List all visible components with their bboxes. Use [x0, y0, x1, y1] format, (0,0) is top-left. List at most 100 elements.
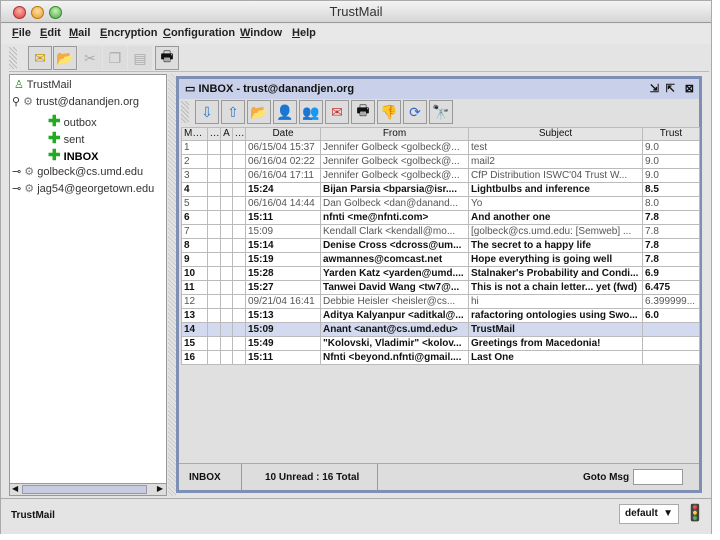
tree-horizontal-scrollbar[interactable]: ◀ ▶ — [10, 483, 166, 495]
column-header[interactable]: Date — [245, 127, 321, 141]
tree-folder-sent[interactable]: ✚ sent — [48, 129, 84, 147]
close-frame-button[interactable]: ⊠ — [685, 79, 694, 99]
tree-account-golbeck[interactable]: ⊸ ⚙ golbeck@cs.umd.edu — [12, 165, 143, 178]
column-header[interactable]: ... — [232, 127, 246, 141]
zoom-window-button[interactable] — [49, 6, 62, 19]
maximize-button[interactable]: ⇱ — [666, 79, 675, 99]
message-from: awmannes@comcast.net — [320, 252, 469, 267]
column-header[interactable]: Subject — [468, 127, 643, 141]
open-folder-icon: 📂 — [56, 49, 74, 66]
app-status-bar: TrustMail default ▼ 🚦 — [1, 498, 711, 534]
message-row[interactable]: 2 06/16/04 02:22 Jennifer Golbeck <golbeck… — [181, 154, 700, 169]
message-row[interactable]: 8 15:14 Denise Cross <dcross@um... The secr… — [181, 238, 700, 253]
compose-button[interactable]: ✉ — [28, 46, 52, 70]
message-from: Nfnti <beyond.nfnti@gmail.... — [320, 350, 469, 365]
message-row[interactable]: 1 06/15/04 15:37 Jennifer Golbeck <golbeck… — [181, 140, 700, 155]
column-header[interactable]: Trust — [642, 127, 700, 141]
open-folder-button[interactable]: 📂 — [247, 100, 271, 124]
copy-button[interactable]: ❐ — [103, 46, 127, 70]
print-icon: 🖶 — [160, 48, 174, 64]
message-number: 2 — [181, 154, 208, 169]
flag-cell — [207, 182, 221, 197]
menu-help[interactable]: Help — [292, 27, 316, 39]
menu-edit[interactable]: Edit — [40, 27, 61, 39]
inbox-frame-body: ⇩ ⇧ 📂 👤 👥 ✉ 🖶 👎 ⟳ 🔭 Ms...... A... Date From… — [179, 99, 700, 491]
cut-icon: ✂ — [84, 49, 96, 66]
column-header[interactable]: ... — [207, 127, 221, 141]
menu-file[interactable]: File — [12, 27, 31, 39]
scroll-left-icon[interactable]: ◀ — [12, 484, 18, 493]
thumbs-down-icon: 👎 — [380, 103, 398, 120]
reply-all-button[interactable]: 👥 — [299, 100, 323, 124]
expanded-handle-icon[interactable]: ⚲ — [12, 96, 20, 108]
menu-configuration[interactable]: Configuration — [163, 27, 235, 39]
message-row[interactable]: 6 15:11 nfnti <me@nfnti.com> And another on… — [181, 210, 700, 225]
previous-message-button[interactable]: ⇧ — [221, 100, 245, 124]
tree-folder-outbox[interactable]: ✚ outbox — [48, 112, 97, 130]
menu-mail[interactable]: Mail — [69, 27, 90, 39]
menu-window[interactable]: Window — [240, 27, 282, 39]
flag-cell — [207, 154, 221, 169]
search-button[interactable]: 🔭 — [429, 100, 453, 124]
scroll-right-icon[interactable]: ▶ — [157, 484, 163, 493]
refresh-button[interactable]: ⟳ — [403, 100, 427, 124]
split-pane-divider[interactable] — [168, 74, 176, 496]
reply-button[interactable]: 👤 — [273, 100, 297, 124]
collapsed-handle-icon[interactable]: ⊸ — [12, 166, 21, 178]
message-from: Yarden Katz <yarden@umd.... — [320, 266, 469, 281]
tree-account-trust[interactable]: ⚲ ⚙ trust@danandjen.org — [12, 95, 139, 108]
message-row[interactable]: 16 15:11 Nfnti <beyond.nfnti@gmail.... Last… — [181, 350, 700, 365]
tree-root[interactable]: ♙ TrustMail — [14, 78, 72, 91]
thumbs-down-button[interactable]: 👎 — [377, 100, 401, 124]
print-button[interactable]: 🖶 — [155, 46, 179, 70]
message-date: 09/21/04 16:41 — [245, 294, 321, 309]
message-number: 15 — [181, 336, 208, 351]
message-row[interactable]: 3 06/16/04 17:11 Jennifer Golbeck <golbeck… — [181, 168, 700, 183]
message-row[interactable]: 14 15:09 Anant <anant@cs.umd.edu> TrustMail — [181, 322, 700, 337]
scrollbar-thumb[interactable] — [22, 485, 147, 494]
column-header[interactable]: Ms... — [181, 127, 208, 141]
inbox-toolbar-grip[interactable] — [181, 101, 189, 123]
goto-msg-input[interactable] — [633, 469, 683, 485]
print-message-button[interactable]: 🖶 — [351, 100, 375, 124]
column-header[interactable]: A — [220, 127, 233, 141]
cut-button[interactable]: ✂ — [78, 46, 102, 70]
attachment-cell — [220, 280, 233, 295]
message-row[interactable]: 10 15:28 Yarden Katz <yarden@umd.... Stalna… — [181, 266, 700, 281]
message-row[interactable]: 5 06/16/04 14:44 Dan Golbeck <dan@danand..… — [181, 196, 700, 211]
message-date: 15:11 — [245, 210, 321, 225]
message-row[interactable]: 15 15:49 "Kolovski, Vladimir" <kolov... Gre… — [181, 336, 700, 351]
menu-encryption[interactable]: Encryption — [100, 27, 157, 39]
message-subject: mail2 — [468, 154, 643, 169]
minimize-window-button[interactable] — [31, 6, 44, 19]
flag-cell — [207, 196, 221, 211]
message-date: 15:28 — [245, 266, 321, 281]
inbox-frame-title-bar[interactable]: ▭ INBOX - trust@danandjen.org ⇲ ⇱ ⊠ — [179, 79, 699, 99]
message-row[interactable]: 11 15:27 Tanwei David Wang <tw7@... This is… — [181, 280, 700, 295]
next-message-button[interactable]: ⇩ — [195, 100, 219, 124]
iconify-button[interactable]: ⇲ — [650, 79, 659, 99]
message-row[interactable]: 7 15:09 Kendall Clark <kendall@mo... [golbe… — [181, 224, 700, 239]
message-subject: Hope everything is going well — [468, 252, 643, 267]
tree-account-jag54[interactable]: ⊸ ⚙ jag54@georgetown.edu — [12, 182, 154, 195]
message-row[interactable]: 13 15:13 Aditya Kalyanpur <aditkal@... rafa… — [181, 308, 700, 323]
message-row[interactable]: 9 15:19 awmannes@comcast.net Hope everythin… — [181, 252, 700, 267]
collapsed-handle-icon[interactable]: ⊸ — [12, 183, 21, 195]
toolbar-grip[interactable] — [9, 47, 17, 69]
message-row[interactable]: 4 15:24 Bijan Parsia <bparsia@isr.... Light… — [181, 182, 700, 197]
extra-cell — [232, 294, 246, 309]
app-window: TrustMail File Edit Mail Encryption Conf… — [0, 0, 712, 534]
attachment-cell — [220, 238, 233, 253]
close-window-button[interactable] — [13, 6, 26, 19]
profile-dropdown[interactable]: default ▼ — [619, 504, 679, 524]
message-row[interactable]: 12 09/21/04 16:41 Debbie Heisler <heisler@… — [181, 294, 700, 309]
paste-button[interactable]: ▤ — [128, 46, 152, 70]
tree-folder-inbox[interactable]: ✚ INBOX — [48, 146, 98, 164]
attachment-cell — [220, 168, 233, 183]
attachment-cell — [220, 252, 233, 267]
column-header[interactable]: From — [320, 127, 469, 141]
binoculars-icon: 🔭 — [432, 103, 450, 120]
delete-message-button[interactable]: ✉ — [325, 100, 349, 124]
open-folder-button[interactable]: 📂 — [53, 46, 77, 70]
folder-plus-icon: ✚ — [48, 113, 61, 130]
